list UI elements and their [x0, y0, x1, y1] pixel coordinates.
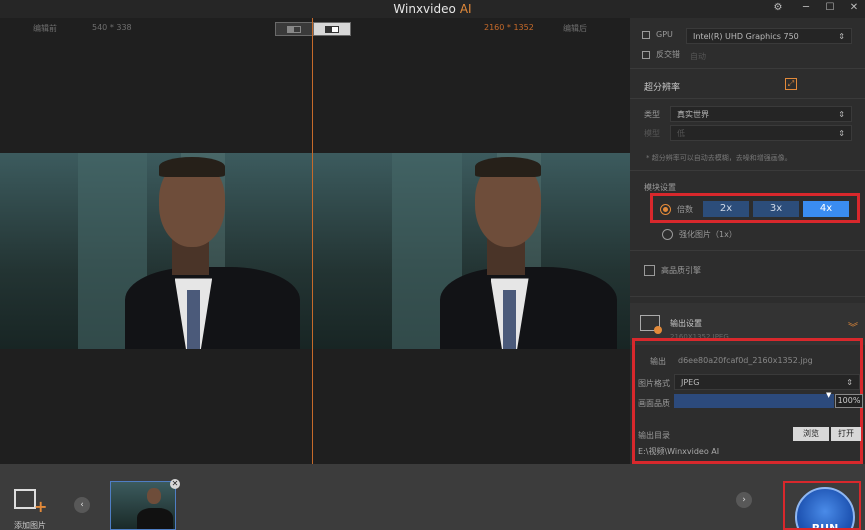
high-quality-row: 高品质引擎 [644, 265, 701, 276]
gpu-select[interactable]: Intel(R) UHD Graphics 750 ⇕ [686, 28, 852, 44]
after-image [313, 153, 630, 349]
high-quality-checkbox[interactable] [644, 265, 655, 276]
chevron-updown-icon: ⇕ [838, 31, 845, 41]
chevron-updown-icon: ⇕ [838, 109, 845, 119]
quality-fill [674, 394, 834, 408]
model-label: 模型 [644, 129, 660, 138]
preview-area: 编辑前 540 * 338 2160 * 1352 编辑后 [0, 18, 630, 464]
type-select[interactable]: 真实世界 ⇕ [670, 106, 852, 122]
after-label: 编辑后 [563, 24, 587, 33]
add-image-label[interactable]: 添加图片 [14, 520, 46, 530]
add-image-button[interactable]: + [14, 487, 48, 516]
format-select[interactable]: JPEG ⇕ [674, 374, 860, 390]
run-button[interactable]: RUN [795, 487, 855, 530]
scale-3x-button[interactable]: 3x [753, 201, 799, 217]
model-select[interactable]: 低 ⇕ [670, 125, 852, 141]
settings-panel: GPU Intel(R) UHD Graphics 750 ⇕ 反交错 自动 超分… [630, 18, 865, 464]
film-icon [14, 489, 36, 509]
chevron-left-icon[interactable]: ‹ [74, 497, 90, 513]
close-icon[interactable]: ✕ [846, 1, 862, 15]
scale-2x-button[interactable]: 2x [703, 201, 749, 217]
output-section-title: 输出设置 [670, 319, 702, 328]
dir-label: 输出目录 [638, 431, 670, 440]
expand-icon[interactable]: ⤢ [785, 78, 797, 90]
format-value: JPEG [681, 377, 700, 387]
interlace-value: 自动 [690, 52, 706, 61]
type-label: 类型 [644, 110, 660, 119]
open-button[interactable]: 打开 [831, 427, 861, 441]
split-view-button[interactable] [275, 22, 313, 36]
model-value: 低 [677, 128, 685, 138]
chevron-updown-icon: ⇕ [838, 128, 845, 138]
interlace-checkbox[interactable] [642, 50, 650, 59]
before-image [0, 153, 312, 349]
before-size: 540 * 338 [92, 23, 132, 32]
interlace-row: 反交错 [642, 49, 680, 60]
slider-handle-icon[interactable]: ▼ [826, 391, 831, 399]
thumbnail[interactable] [110, 481, 176, 530]
low-res-row: 强化图片（1x） [662, 229, 737, 240]
title-bar: Winxvideo AI ⚙ ─ ☐ ✕ [0, 0, 865, 18]
output-filename[interactable]: d6ee80a20fcaf0d_2160x1352.jpg [678, 356, 813, 365]
app-title-accent: AI [459, 2, 472, 16]
plus-icon: + [34, 497, 48, 516]
quality-label: 画面品质 [638, 399, 670, 408]
before-label: 编辑前 [33, 24, 57, 33]
type-value: 真实世界 [677, 109, 709, 119]
app-title-text: Winxvideo [393, 2, 456, 16]
quality-slider[interactable] [674, 394, 834, 408]
run-label: RUN [811, 522, 839, 530]
bottom-bar: + 添加图片 ‹ ✕ › [0, 464, 865, 530]
chevron-down-icon[interactable]: ︾ [848, 319, 858, 334]
chevron-right-icon[interactable]: › [736, 492, 752, 508]
browse-button[interactable]: 浏览 [793, 427, 829, 441]
compare-toggle[interactable] [275, 22, 351, 36]
scale-radio[interactable] [660, 203, 671, 215]
scale-label: 倍数 [677, 204, 693, 214]
scale-4x-button[interactable]: 4x [803, 201, 849, 217]
split-view-icon [287, 25, 301, 33]
maximize-icon[interactable]: ☐ [822, 1, 838, 15]
gpu-checkbox[interactable] [642, 30, 650, 39]
gpu-label: GPU [656, 30, 673, 39]
super-resolution-title: 超分辨率 [644, 83, 681, 93]
minimize-icon[interactable]: ─ [798, 1, 814, 15]
scale-section-label: 模块设置 [644, 183, 676, 192]
app-title: Winxvideo AI [0, 2, 865, 16]
gpu-row: GPU [642, 30, 673, 39]
high-quality-label: 高品质引擎 [661, 266, 701, 275]
close-icon[interactable]: ✕ [170, 479, 180, 489]
format-label: 图片格式 [638, 379, 670, 388]
output-label: 输出 [650, 357, 666, 366]
run-highlight: RUN [783, 481, 861, 530]
low-res-radio[interactable] [662, 229, 673, 240]
after-size: 2160 * 1352 [484, 23, 534, 32]
low-res-label: 强化图片（1x） [679, 230, 737, 239]
hint-text: * 超分辨率可以自动去模糊，去噪和增强画像。 [646, 154, 792, 162]
gpu-value: Intel(R) UHD Graphics 750 [693, 31, 799, 41]
quality-value[interactable]: 100% [835, 394, 863, 408]
chevron-updown-icon: ⇕ [846, 377, 853, 387]
compare-divider[interactable] [312, 18, 313, 464]
gear-icon [654, 326, 662, 334]
side-by-side-icon [325, 25, 339, 33]
dir-path[interactable]: E:\视频\Winxvideo AI [638, 446, 719, 457]
interlace-label: 反交错 [656, 50, 680, 59]
scale-row: 倍数 2x 3x 4x [660, 201, 849, 217]
gear-icon[interactable]: ⚙ [770, 1, 786, 15]
side-by-side-button[interactable] [313, 22, 351, 36]
